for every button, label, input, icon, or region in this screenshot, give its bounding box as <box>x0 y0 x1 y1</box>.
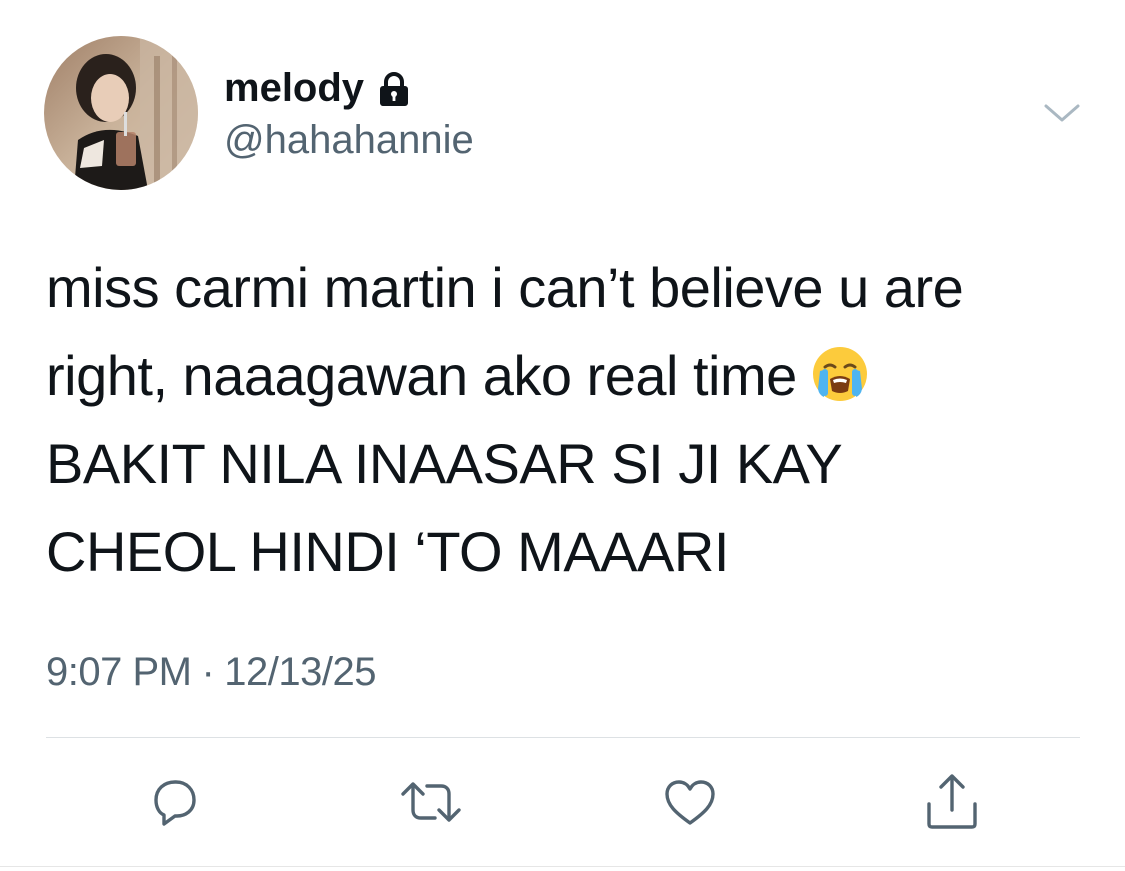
like-icon <box>665 780 715 825</box>
lock-icon <box>380 72 409 106</box>
reply-icon <box>154 780 196 826</box>
retweet-button[interactable] <box>399 770 463 834</box>
tweet-timestamp[interactable]: 9:07 PM · 12/13/25 <box>46 650 376 694</box>
tweet-line: miss carmi martin i can’t believe u are <box>46 256 964 319</box>
tweet-line: BAKIT NILA INAASAR SI JI KAY <box>46 432 843 495</box>
display-name-row: melody <box>224 62 414 114</box>
bottom-border <box>0 866 1125 867</box>
retweet-icon <box>401 782 461 822</box>
display-name[interactable]: melody <box>224 68 364 108</box>
avatar[interactable] <box>44 36 198 190</box>
tweet-date: 12/13/25 <box>224 650 376 694</box>
tweet-line: right, naaagawan ako real time <box>46 344 797 407</box>
tweet-time: 9:07 PM <box>46 650 192 694</box>
loudly-crying-face-icon <box>812 347 867 401</box>
tweet-card: melody @hahahannie miss carmi martin i c… <box>0 0 1125 871</box>
share-button[interactable] <box>920 770 984 834</box>
avatar-photo <box>44 36 198 190</box>
like-button[interactable] <box>658 770 722 834</box>
share-icon <box>927 774 977 829</box>
chevron-down-icon[interactable] <box>1040 96 1084 132</box>
tweet-line: CHEOL HINDI ‘TO MAAARI <box>46 520 729 583</box>
reply-button[interactable] <box>142 770 206 834</box>
divider <box>46 737 1080 738</box>
user-handle[interactable]: @hahahannie <box>224 118 474 162</box>
tweet-line-with-emoji: right, naaagawan ako real time <box>46 332 1086 420</box>
action-bar <box>0 770 1125 834</box>
separator-dot: · <box>201 650 215 694</box>
tweet-text: miss carmi martin i can’t believe u are … <box>46 244 1086 596</box>
